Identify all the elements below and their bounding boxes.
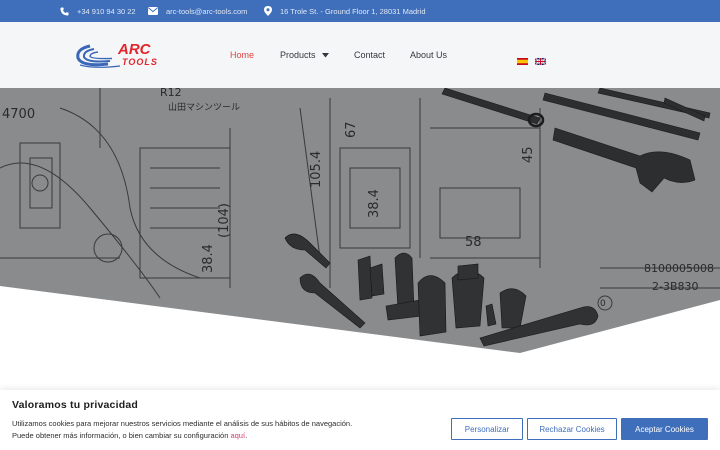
nav-contact[interactable]: Contact: [354, 22, 385, 88]
address-contact: 16 Trole St. - Ground Floor 1, 28031 Mad…: [264, 0, 426, 22]
dim-label-3: 105.4: [309, 151, 324, 188]
flag-gb-icon[interactable]: [534, 52, 547, 66]
address-text: 16 Trole St. - Ground Floor 1, 28031 Mad…: [280, 6, 426, 16]
email-contact[interactable]: arc-tools@arc-tools.com: [148, 0, 247, 22]
dim-label-13: 0: [600, 299, 606, 309]
email-address: arc-tools@arc-tools.com: [166, 6, 248, 16]
envelope-icon: [148, 7, 158, 15]
cookie-line2-suffix: .: [245, 431, 248, 440]
dim-label-7: 38.4: [201, 244, 216, 273]
cookie-description-line1: Utilizamos cookies para mejorar nuestros…: [12, 419, 353, 428]
dim-label-11: 2-3B830: [652, 280, 699, 293]
site-header: ARC TOOLS Home Products Contact About Us: [0, 22, 720, 88]
dim-label-12: 山田マシンツール: [168, 102, 240, 113]
logo-wordmark-tools: TOOLS: [122, 57, 158, 67]
nav-home[interactable]: Home: [230, 22, 254, 88]
dim-label-2: R12: [160, 88, 182, 99]
phone-icon: [60, 6, 69, 16]
cookie-description: Utilizamos cookies para mejorar nuestros…: [12, 418, 352, 442]
nav-products[interactable]: Products: [280, 22, 329, 88]
phone-contact[interactable]: +34 910 94 30 22: [60, 0, 136, 22]
flag-es-icon[interactable]: [517, 52, 528, 65]
dim-label-10: 8100005008: [644, 262, 714, 275]
hero-banner: 4700 R12 105.4 67 38.4 (104) 38.4 58 45 …: [0, 88, 720, 358]
map-marker-icon: [264, 6, 272, 16]
nav-about[interactable]: About Us: [410, 22, 447, 88]
nav-products-label: Products: [280, 50, 316, 60]
arc-tools-logo[interactable]: ARC TOOLS: [74, 42, 164, 70]
cookie-more-info-link[interactable]: aquí: [230, 431, 245, 440]
hero-technical-drawing-image: 4700 R12 105.4 67 38.4 (104) 38.4 58 45 …: [0, 88, 720, 353]
dim-label-1: 4700: [2, 107, 35, 122]
dim-label-6: (104): [217, 203, 232, 238]
cookie-line2-prefix: Puede obtener más información, o bien ca…: [12, 431, 231, 440]
chevron-down-icon: [321, 50, 329, 60]
top-bar: +34 910 94 30 22 arc-tools@arc-tools.com…: [0, 0, 720, 22]
phone-number: +34 910 94 30 22: [77, 6, 136, 16]
cookie-description-line2: Puede obtener más información, o bien ca…: [12, 430, 352, 442]
cookie-title: Valoramos tu privacidad: [12, 399, 138, 411]
dim-label-5: 38.4: [367, 189, 382, 218]
dim-label-4: 67: [344, 121, 359, 138]
cookie-consent-banner: Valoramos tu privacidad Utilizamos cooki…: [0, 390, 720, 450]
logo-wordmark-arc: ARC: [118, 41, 151, 58]
accept-cookies-button[interactable]: Aceptar Cookies: [621, 418, 708, 440]
reject-cookies-button[interactable]: Rechazar Cookies: [527, 418, 617, 440]
dim-label-8: 58: [465, 235, 482, 250]
customize-cookies-button[interactable]: Personalizar: [451, 418, 523, 440]
dim-label-9: 45: [521, 146, 536, 163]
